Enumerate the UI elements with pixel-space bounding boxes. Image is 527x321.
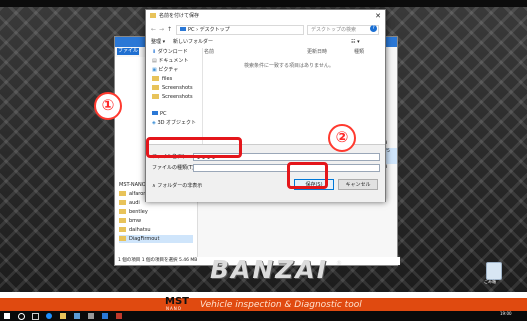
- top-strip: [0, 0, 527, 7]
- up-icon[interactable]: ↑: [167, 25, 172, 35]
- column-headers: 名前 更新日時 種類: [204, 48, 380, 56]
- pc-icon: [180, 27, 186, 31]
- cancel-button[interactable]: キャンセル: [338, 179, 378, 190]
- address-path[interactable]: PC › デスクトップ: [176, 25, 304, 35]
- explorer-nav-item[interactable]: bentley: [119, 208, 148, 216]
- step-one-marker: ①: [94, 92, 122, 120]
- search-input[interactable]: デスクトップの検索: [307, 25, 379, 35]
- hide-folders-toggle[interactable]: ∧ フォルダーの非表示: [152, 182, 202, 190]
- filetype-label: ファイルの種類(T):: [152, 165, 196, 171]
- nav-item-screenshots[interactable]: Screenshots: [152, 84, 193, 92]
- filename-highlight: [146, 137, 242, 158]
- folder-icon: [119, 209, 126, 214]
- nav-item-pc[interactable]: PC: [152, 110, 167, 118]
- folder-icon: [119, 218, 126, 223]
- close-button[interactable]: ✕: [372, 10, 384, 22]
- app-icon[interactable]: [102, 313, 108, 319]
- help-icon[interactable]: ?: [370, 25, 377, 32]
- save-highlight: [287, 162, 328, 189]
- folder-icon: [150, 13, 156, 18]
- empty-message: 検索条件に一致する項目はありません。: [244, 63, 334, 69]
- explorer-ribbon-file-tab[interactable]: ファイル: [117, 48, 139, 55]
- search-placeholder: デスクトップの検索: [311, 27, 357, 33]
- organize-menu[interactable]: 整理 ▾: [151, 38, 165, 47]
- explorer-nav-item[interactable]: bmw: [119, 217, 141, 225]
- folder-icon: [152, 85, 159, 90]
- app-icon[interactable]: [88, 313, 94, 319]
- nav-item-downloads[interactable]: ⬇ ダウンロード: [152, 48, 188, 56]
- dialog-titlebar: 名前を付けて保存: [146, 10, 385, 22]
- folder-icon: [119, 191, 126, 196]
- registered-mark: ®: [336, 260, 342, 267]
- file-explorer-icon[interactable]: [60, 313, 66, 319]
- store-icon[interactable]: [74, 313, 80, 319]
- view-options-button[interactable]: ☷ ▾: [351, 38, 360, 47]
- folder-icon: [119, 227, 126, 232]
- taskbar-clock: 19:00: [500, 311, 512, 316]
- nav-item-pictures[interactable]: ▣ ピクチャ: [152, 66, 178, 74]
- start-icon[interactable]: [4, 313, 10, 319]
- nav-item-3d-objects[interactable]: ◈ 3D オブジェクト: [152, 119, 196, 127]
- explorer-nav-item[interactable]: audi: [119, 199, 140, 207]
- step-two-marker: ②: [328, 124, 356, 152]
- dialog-title: 名前を付けて保存: [159, 13, 200, 19]
- folder-icon: [152, 94, 159, 99]
- dialog-toolbar: 整理 ▾ 新しいフォルダー ☷ ▾: [151, 38, 380, 47]
- recycle-bin-icon[interactable]: [486, 262, 502, 280]
- forward-icon[interactable]: →: [159, 25, 164, 35]
- dialog-navigation-pane: ⬇ ダウンロード ▤ ドキュメント ▣ ピクチャ files Screensho…: [146, 48, 203, 144]
- recycle-bin-label: ごみ箱: [484, 279, 496, 284]
- column-type[interactable]: 種類: [354, 48, 364, 56]
- nav-item-files[interactable]: files: [152, 75, 172, 83]
- save-as-dialog: 名前を付けて保存 ✕ ← → ↑ PC › デスクトップ デスクトップの検索 整…: [145, 9, 386, 202]
- new-folder-button[interactable]: 新しいフォルダー: [173, 38, 213, 47]
- explorer-nav-item-selected[interactable]: DiagFirmout: [119, 235, 193, 243]
- column-date[interactable]: 更新日時: [307, 48, 327, 56]
- address-path-text: PC › デスクトップ: [188, 27, 230, 33]
- search-icon[interactable]: [18, 313, 25, 320]
- edge-icon[interactable]: [46, 313, 52, 319]
- banzai-logo: BANZAI: [209, 255, 329, 284]
- nav-item-documents[interactable]: ▤ ドキュメント: [152, 57, 188, 65]
- explorer-nav-item[interactable]: daihatsu: [119, 226, 151, 234]
- app-icon[interactable]: [116, 313, 122, 319]
- task-view-icon[interactable]: [32, 313, 39, 320]
- nav-item-screenshots[interactable]: Screenshots: [152, 93, 193, 101]
- folder-icon: [119, 236, 126, 241]
- pc-icon: [152, 111, 158, 115]
- folder-icon: [152, 76, 159, 81]
- taskbar: [0, 311, 527, 321]
- tagline: Vehicle inspection & Diagnostic tool: [200, 300, 362, 310]
- column-name[interactable]: 名前: [204, 48, 214, 56]
- address-bar-row: ← → ↑ PC › デスクトップ デスクトップの検索: [151, 25, 380, 35]
- folder-icon: [119, 200, 126, 205]
- back-icon[interactable]: ←: [151, 25, 156, 35]
